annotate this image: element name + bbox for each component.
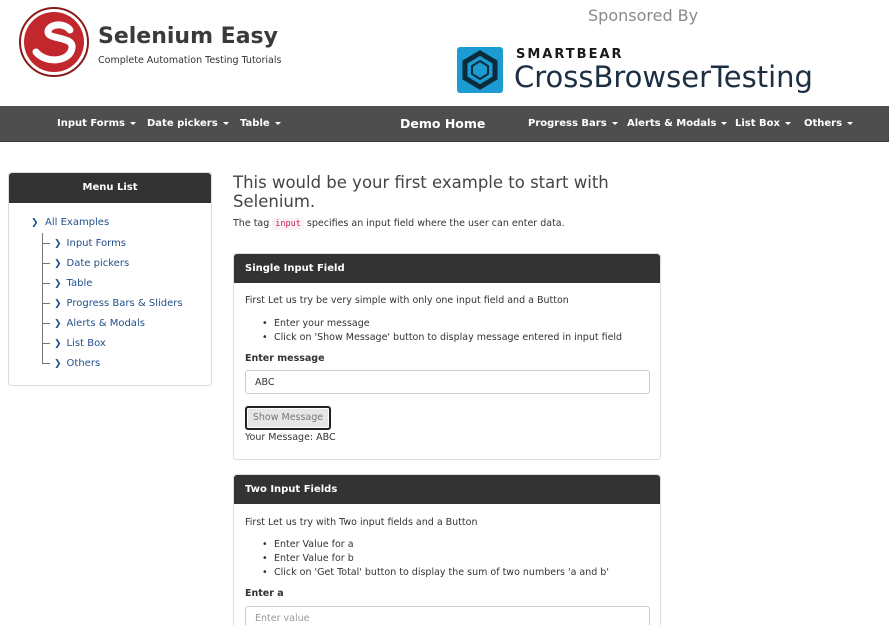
single-input-panel: Single Input Field First Let us try be v…	[233, 253, 661, 460]
code-input-tag: input	[272, 218, 304, 230]
single-input-title: Single Input Field	[234, 254, 660, 283]
caret-down-icon	[784, 121, 791, 125]
two-input-instructions: Enter Value for a Enter Value for b Clic…	[262, 538, 609, 580]
tree-item-date-pickers[interactable]: ❯ Date pickers	[42, 257, 129, 271]
your-message-output: Your Message: ABC	[245, 432, 336, 443]
menu-tree: ❯ All Examples ❯ Input Forms ❯ Date pickers…	[9, 203, 211, 383]
value-a-input[interactable]	[245, 606, 650, 625]
tree-item-progress-bars-sliders[interactable]: ❯ Progress Bars & Sliders	[42, 297, 183, 311]
enter-a-label: Enter a	[245, 588, 284, 599]
message-input[interactable]	[245, 370, 650, 394]
nav-demo-home[interactable]: Demo Home	[400, 106, 485, 142]
nav-others[interactable]: Others	[804, 106, 854, 142]
page-title: This would be your first example to star…	[233, 173, 609, 211]
caret-down-icon	[611, 121, 618, 125]
brand-tagline: Complete Automation Testing Tutorials	[98, 55, 282, 66]
show-message-button[interactable]: Show Message	[245, 406, 331, 430]
chevron-right-icon: ❯	[54, 259, 62, 269]
chevron-right-icon: ❯	[54, 279, 62, 289]
list-item: Enter Value for b	[262, 552, 609, 566]
list-item: Enter Value for a	[262, 538, 609, 552]
caret-down-icon	[222, 121, 229, 125]
message-output-value: ABC	[316, 432, 336, 443]
two-input-title: Two Input Fields	[234, 475, 660, 504]
tree-root-all-examples[interactable]: ❯ All Examples	[31, 217, 109, 228]
caret-down-icon	[129, 121, 136, 125]
list-item: Click on 'Show Message' button to displa…	[262, 331, 622, 345]
single-input-description: First Let us try be very simple with onl…	[245, 295, 569, 306]
tree-item-alerts-modals[interactable]: ❯ Alerts & Modals	[42, 317, 145, 331]
chevron-right-icon: ❯	[54, 339, 62, 349]
chevron-down-icon: ❯	[31, 218, 39, 228]
chevron-right-icon: ❯	[54, 299, 62, 309]
menu-list-panel: Menu List ❯ All Examples ❯ Input Forms ❯ Da…	[8, 172, 212, 386]
caret-down-icon	[274, 121, 281, 125]
site-header: Selenium Easy Complete Automation Testin…	[0, 0, 889, 106]
nav-alerts-modals[interactable]: Alerts & Modals	[627, 106, 728, 142]
tree-item-list-box[interactable]: ❯ List Box	[42, 337, 106, 351]
caret-down-icon	[847, 121, 854, 125]
list-item: Enter your message	[262, 317, 622, 331]
chevron-right-icon: ❯	[54, 319, 62, 329]
enter-message-label: Enter message	[245, 353, 325, 364]
tree-item-others[interactable]: ❯ Others	[42, 357, 100, 371]
nav-list-box[interactable]: List Box	[735, 106, 791, 142]
chevron-right-icon: ❯	[54, 359, 62, 369]
tree-item-input-forms[interactable]: ❯ Input Forms	[42, 237, 126, 251]
sponsored-label: Sponsored By	[588, 6, 699, 25]
tree-item-table[interactable]: ❯ Table	[42, 277, 92, 291]
selenium-easy-logo-icon[interactable]	[18, 6, 90, 78]
chevron-right-icon: ❯	[54, 239, 62, 249]
sponsor-brand-name[interactable]: CrossBrowserTesting	[514, 60, 813, 94]
smartbear-logo-icon[interactable]	[457, 47, 503, 93]
two-input-panel: Two Input Fields First Let us try with T…	[233, 474, 661, 625]
brand-name[interactable]: Selenium Easy	[98, 24, 278, 49]
caret-down-icon	[721, 121, 728, 125]
nav-progress-bars[interactable]: Progress Bars	[528, 106, 618, 142]
menu-list-title: Menu List	[9, 173, 211, 203]
nav-input-forms[interactable]: Input Forms	[57, 106, 136, 142]
nav-date-pickers[interactable]: Date pickers	[147, 106, 229, 142]
single-input-instructions: Enter your message Click on 'Show Messag…	[262, 317, 622, 345]
nav-table[interactable]: Table	[240, 106, 281, 142]
page-intro: The tag input specifies an input field w…	[233, 218, 565, 230]
top-navbar: Input Forms Date pickers Table Demo Home…	[0, 106, 889, 142]
two-input-description: First Let us try with Two input fields a…	[245, 517, 478, 528]
list-item: Click on 'Get Total' button to display t…	[262, 566, 609, 580]
